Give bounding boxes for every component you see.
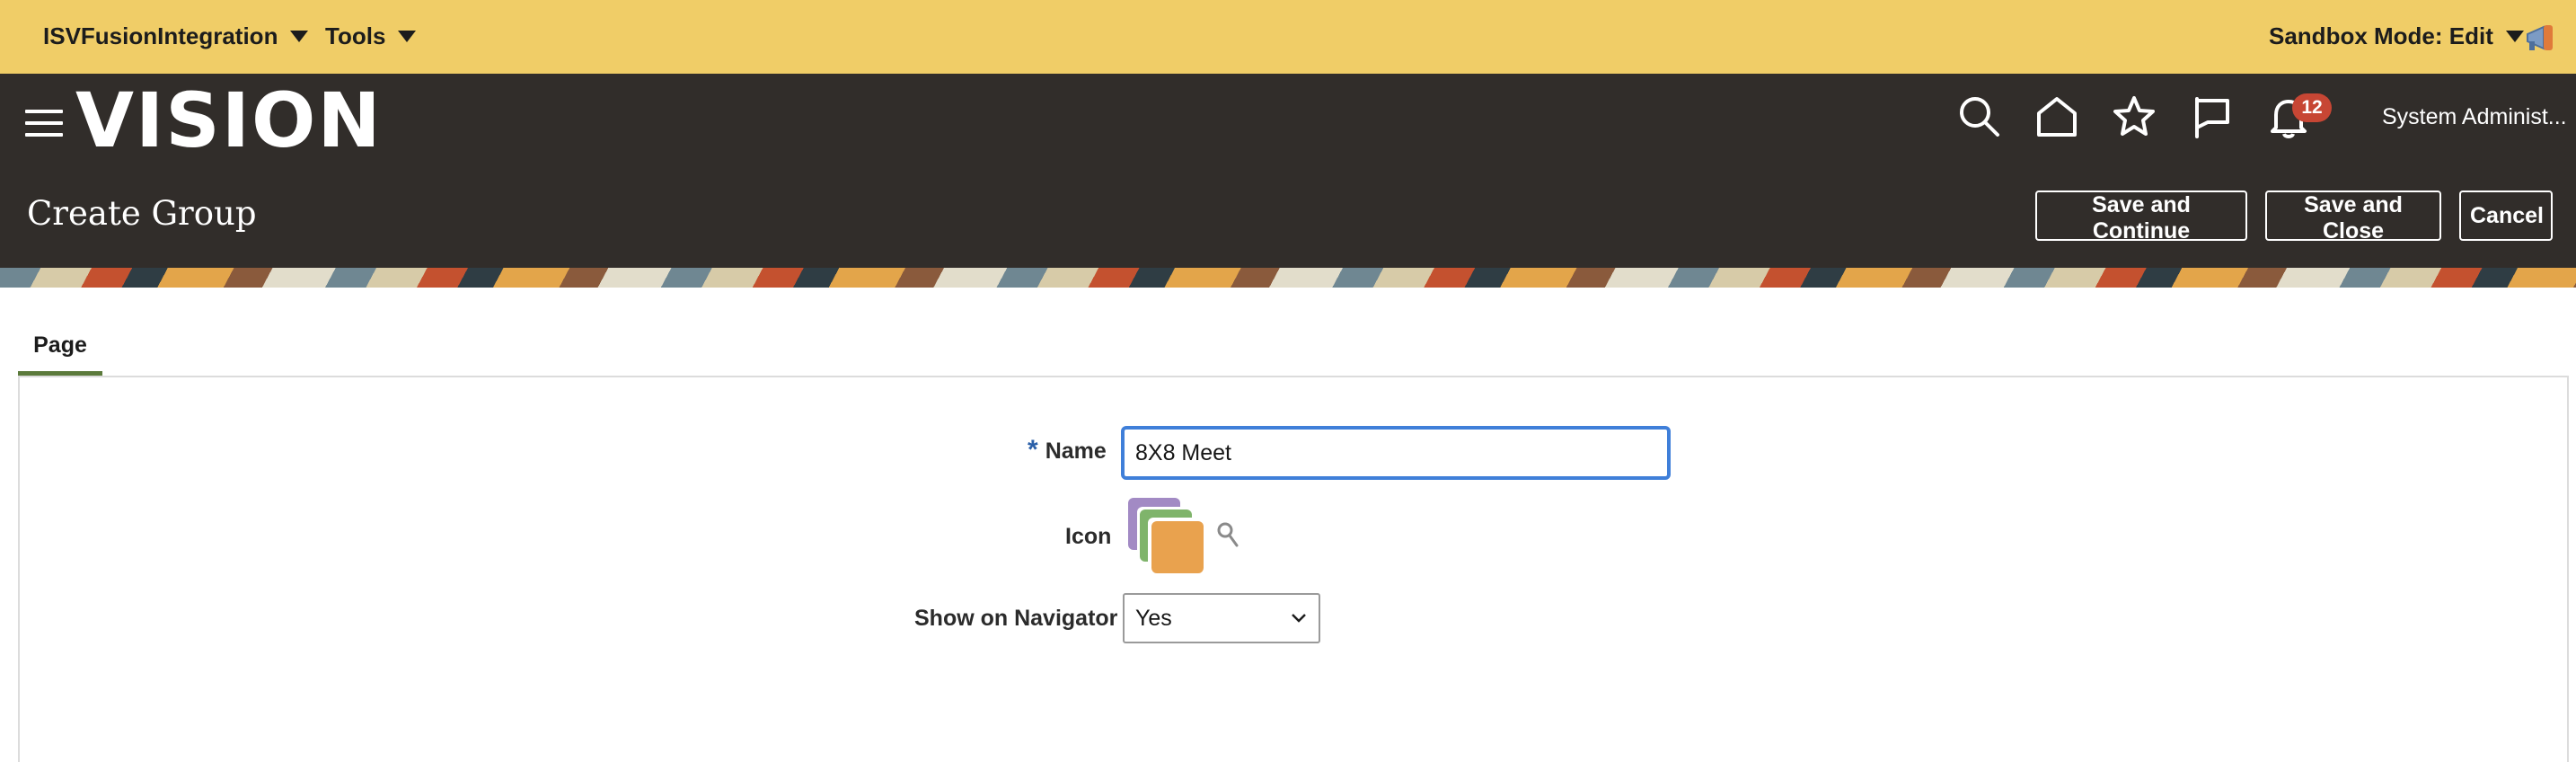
icon-search-icon[interactable]: [1216, 521, 1239, 548]
show-on-navigator-select[interactable]: Yes: [1123, 593, 1320, 643]
header-banner-image: [0, 268, 2576, 288]
save-and-close-button[interactable]: Save and Close: [2265, 190, 2441, 244]
tab-page[interactable]: Page: [18, 325, 102, 376]
name-input[interactable]: [1121, 426, 1671, 480]
menu-icon[interactable]: [25, 110, 63, 137]
star-icon[interactable]: [2111, 93, 2157, 140]
cancel-button[interactable]: Cancel: [2459, 190, 2553, 241]
caret-down-icon: [398, 30, 417, 42]
page-title: Create Group: [27, 194, 257, 233]
vision-logo: VISION: [75, 76, 383, 164]
app-menu-label: ISVFusionIntegration: [43, 22, 278, 49]
name-label: Name: [1045, 439, 1107, 464]
caret-down-icon: [290, 30, 309, 42]
icon-label: Icon: [1065, 524, 1112, 549]
user-menu[interactable]: System Administ...: [2382, 104, 2567, 130]
name-label-group: * Name: [1028, 435, 1107, 465]
megaphone-icon[interactable]: [2522, 20, 2558, 56]
caret-down-icon: [2505, 30, 2524, 42]
tools-menu-label: Tools: [325, 22, 386, 49]
show-on-navigator-label: Show on Navigator: [914, 606, 1118, 631]
app-menu[interactable]: ISVFusionIntegration: [43, 18, 309, 54]
home-icon[interactable]: [2033, 93, 2080, 140]
notification-badge: 12: [2292, 93, 2332, 122]
sandbox-label: Sandbox Mode: Edit: [2269, 22, 2493, 49]
sandbox-menu[interactable]: Sandbox Mode: Edit: [2269, 18, 2524, 54]
group-icon-preview[interactable]: [1128, 498, 1205, 573]
show-on-navigator-value: Yes: [1135, 606, 1172, 631]
flag-icon[interactable]: [2188, 93, 2235, 140]
search-icon[interactable]: [1956, 93, 2003, 140]
tools-menu[interactable]: Tools: [325, 18, 417, 54]
top-bar: ISVFusionIntegration Tools Sandbox Mode:…: [0, 0, 2576, 74]
chevron-down-icon: [1292, 614, 1306, 623]
save-and-continue-button[interactable]: Save and Continue: [2035, 190, 2247, 244]
required-indicator: *: [1028, 435, 1038, 465]
